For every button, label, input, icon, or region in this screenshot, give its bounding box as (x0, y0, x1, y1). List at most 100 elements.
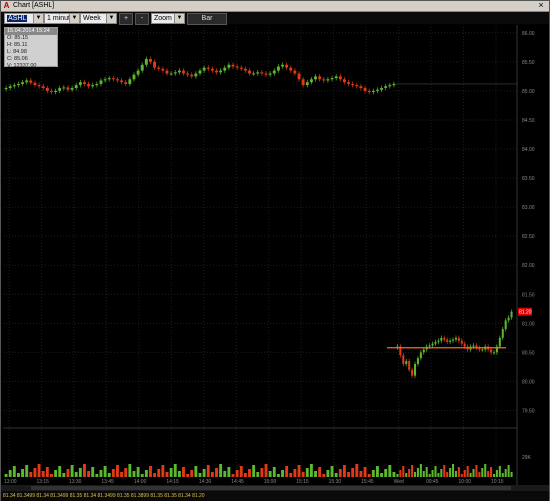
session1-candle[interactable] (215, 70, 218, 73)
session1-candle[interactable] (124, 82, 128, 84)
session1-candle[interactable] (363, 88, 367, 91)
session1-candle[interactable] (347, 82, 350, 84)
session1-candle[interactable] (198, 70, 202, 74)
session1-candle[interactable] (37, 85, 41, 87)
session2-candle[interactable] (422, 349, 425, 353)
session1-candle[interactable] (334, 76, 338, 79)
session2-candle[interactable] (440, 337, 443, 341)
session2-candle[interactable] (419, 352, 422, 359)
session1-candle[interactable] (305, 82, 309, 86)
session1-candle[interactable] (235, 66, 239, 68)
session1-candle[interactable] (227, 64, 231, 68)
session1-candle[interactable] (297, 73, 301, 80)
session1-candle[interactable] (41, 86, 45, 89)
session1-candle[interactable] (107, 78, 111, 80)
chevron-down-icon[interactable]: ▼ (33, 14, 43, 23)
session1-candle[interactable] (355, 85, 359, 87)
price-chart[interactable]: 86.00 85.50 85.00 84.50 84.00 83.50 83.00 82.50… (1, 25, 549, 485)
session2-candle[interactable] (416, 358, 419, 364)
session2-candle[interactable] (437, 340, 440, 342)
session1-candle[interactable] (392, 83, 396, 86)
session1-candle[interactable] (219, 70, 223, 73)
session1-candle[interactable] (157, 67, 161, 69)
session1-candle[interactable] (371, 90, 375, 93)
session1-candle[interactable] (367, 90, 371, 93)
session1-candle[interactable] (239, 67, 243, 69)
session2-candle[interactable] (405, 361, 408, 364)
session2-candle[interactable] (498, 337, 501, 347)
session1-candle[interactable] (260, 72, 264, 74)
session1-candle[interactable] (272, 70, 276, 74)
session1-candle[interactable] (314, 76, 317, 80)
session2-candle[interactable] (428, 345, 431, 347)
session1-candle[interactable] (58, 88, 62, 91)
session1-candle[interactable] (243, 68, 247, 71)
session1-candle[interactable] (248, 70, 251, 74)
session1-candle[interactable] (161, 68, 165, 71)
session1-candle[interactable] (128, 79, 132, 84)
session1-candle[interactable] (54, 90, 58, 93)
session2-candle[interactable] (504, 320, 507, 330)
session1-candle[interactable] (87, 83, 91, 87)
session1-candle[interactable] (66, 87, 70, 90)
session2-candle[interactable] (431, 343, 434, 346)
session1-candle[interactable] (330, 78, 334, 80)
session1-candle[interactable] (256, 72, 260, 74)
session1-candle[interactable] (186, 73, 190, 75)
session1-candle[interactable] (165, 70, 169, 74)
bar-type-button[interactable]: Bar (187, 13, 227, 25)
session1-candle[interactable] (78, 82, 82, 86)
session2-candle[interactable] (490, 349, 493, 353)
session1-candle[interactable] (25, 80, 29, 83)
session1-candle[interactable] (326, 79, 330, 81)
session1-candle[interactable] (50, 90, 53, 93)
session1-candle[interactable] (351, 83, 355, 86)
session1-candle[interactable] (342, 79, 346, 83)
session1-candle[interactable] (301, 79, 305, 86)
session1-candle[interactable] (103, 79, 107, 81)
session2-candle[interactable] (481, 349, 484, 351)
session1-candle[interactable] (281, 64, 284, 67)
session1-candle[interactable] (120, 80, 124, 83)
session1-candle[interactable] (252, 73, 256, 75)
session2-candle[interactable] (449, 340, 452, 342)
session1-candle[interactable] (268, 73, 272, 75)
session2-candle[interactable] (443, 337, 446, 340)
session2-candle[interactable] (460, 340, 463, 344)
session1-candle[interactable] (276, 66, 280, 71)
session1-candle[interactable] (8, 86, 12, 89)
session1-candle[interactable] (231, 64, 235, 67)
session1-candle[interactable] (136, 70, 140, 75)
session2-candle[interactable] (413, 363, 417, 376)
session1-candle[interactable] (83, 82, 86, 84)
session1-candle[interactable] (194, 73, 198, 77)
session1-candle[interactable] (388, 85, 392, 87)
session1-candle[interactable] (33, 82, 37, 86)
session1-candle[interactable] (384, 86, 388, 89)
session2-candle[interactable] (402, 355, 405, 364)
session1-candle[interactable] (322, 79, 326, 81)
session1-candle[interactable] (293, 70, 297, 74)
session1-candle[interactable] (202, 67, 206, 71)
session1-candle[interactable] (4, 88, 8, 90)
session1-candle[interactable] (153, 61, 157, 68)
scrollbar-thumb[interactable] (31, 486, 511, 490)
session1-candle[interactable] (99, 80, 103, 84)
session1-candle[interactable] (206, 67, 210, 69)
session1-candle[interactable] (21, 82, 25, 84)
session1-candle[interactable] (318, 76, 322, 80)
session1-candle[interactable] (210, 68, 214, 71)
session2-candle[interactable] (446, 339, 449, 342)
chevron-down-icon[interactable]: ▼ (174, 14, 184, 23)
session1-candle[interactable] (62, 87, 66, 89)
symbol-select[interactable]: ASHL ▼ (4, 13, 44, 24)
session1-candle[interactable] (309, 79, 313, 83)
session1-candle[interactable] (264, 73, 268, 75)
session1-candle[interactable] (29, 80, 33, 83)
chevron-down-icon[interactable]: ▼ (69, 14, 79, 23)
session1-candle[interactable] (149, 58, 152, 62)
session1-candle[interactable] (223, 67, 227, 71)
session2-candle[interactable] (452, 339, 455, 341)
interval-select[interactable]: 1 minute ▼ (44, 13, 80, 24)
session1-candle[interactable] (74, 85, 78, 89)
